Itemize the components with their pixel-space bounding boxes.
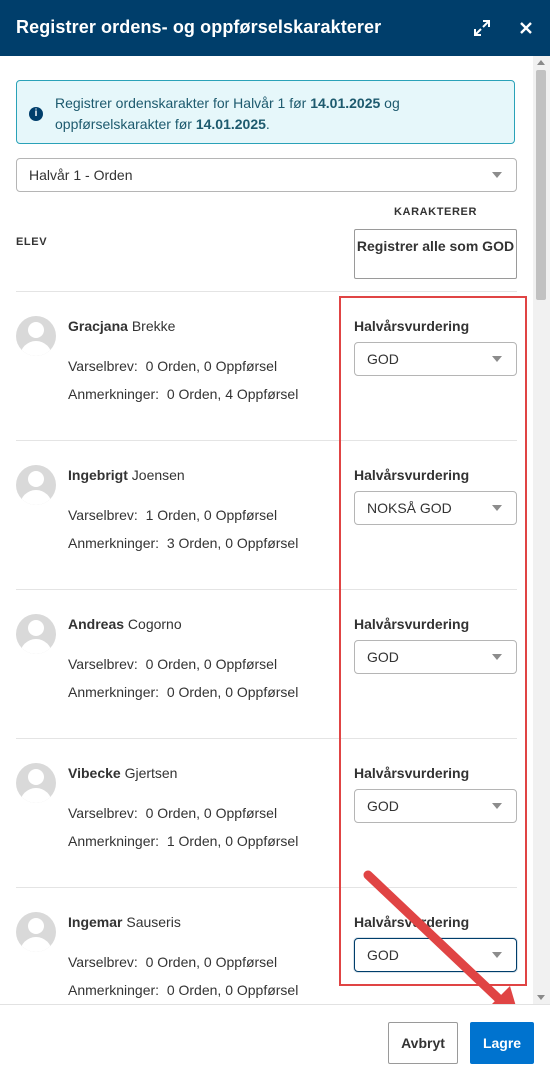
student-row: Ingebrigt Joensen Varselbrev: 1 Orden, 0… — [0, 441, 533, 590]
column-header-elev: ELEV — [16, 236, 48, 248]
student-row: Gracjana Brekke Varselbrev: 0 Orden, 0 O… — [0, 292, 533, 441]
scroll-down-icon[interactable] — [537, 995, 545, 1000]
expand-icon[interactable] — [472, 18, 492, 38]
varselbrev-text: Varselbrev: 1 Orden, 0 Oppførsel — [68, 507, 278, 523]
student-row: Andreas Cogorno Varselbrev: 0 Orden, 0 O… — [0, 590, 533, 739]
avatar — [16, 316, 56, 356]
student-name: Gracjana Brekke — [68, 318, 176, 334]
chevron-down-icon — [492, 356, 502, 362]
grade-label: Halvårsvurdering — [354, 616, 470, 632]
varselbrev-text: Varselbrev: 0 Orden, 0 Oppførsel — [68, 358, 278, 374]
scrollbar[interactable] — [533, 56, 550, 1004]
scrollbar-thumb[interactable] — [536, 70, 546, 300]
avatar — [16, 465, 56, 505]
student-name: Ingebrigt Joensen — [68, 467, 185, 483]
anmerkninger-text: Anmerkninger: 3 Orden, 0 Oppførsel — [68, 535, 299, 551]
avatar — [16, 614, 56, 654]
close-icon[interactable] — [516, 18, 536, 38]
info-alert: i Registrer ordenskarakter for Halvår 1 … — [16, 80, 515, 144]
anmerkninger-text: Anmerkninger: 0 Orden, 4 Oppførsel — [68, 386, 299, 402]
chevron-down-icon — [492, 172, 502, 178]
grade-select[interactable]: GOD — [354, 938, 517, 972]
anmerkninger-text: Anmerkninger: 1 Orden, 0 Oppførsel — [68, 833, 299, 849]
varselbrev-text: Varselbrev: 0 Orden, 0 Oppførsel — [68, 656, 278, 672]
grade-label: Halvårsvurdering — [354, 914, 470, 930]
anmerkninger-text: Anmerkninger: 0 Orden, 0 Oppførsel — [68, 982, 299, 998]
chevron-down-icon — [492, 952, 502, 958]
avatar — [16, 763, 56, 803]
grade-select[interactable]: GOD — [354, 640, 517, 674]
avatar — [16, 912, 56, 952]
period-select[interactable]: Halvår 1 - Orden — [16, 158, 517, 192]
dialog-content: i Registrer ordenskarakter for Halvår 1 … — [0, 56, 533, 1004]
info-icon: i — [29, 107, 43, 121]
chevron-down-icon — [492, 654, 502, 660]
student-name: Andreas Cogorno — [68, 616, 182, 632]
column-header-karakterer: KARAKTERER — [394, 206, 477, 218]
grade-label: Halvårsvurdering — [354, 467, 470, 483]
student-name: Vibecke Gjertsen — [68, 765, 178, 781]
chevron-down-icon — [492, 505, 502, 511]
grade-label: Halvårsvurdering — [354, 318, 470, 334]
grade-select[interactable]: GOD — [354, 789, 517, 823]
dialog-footer: Avbryt Lagre — [0, 1004, 550, 1081]
dialog-header: Registrer ordens- og oppførselskaraktere… — [0, 0, 550, 56]
grade-label: Halvårsvurdering — [354, 765, 470, 781]
save-button[interactable]: Lagre — [470, 1022, 534, 1064]
student-row: Vibecke Gjertsen Varselbrev: 0 Orden, 0 … — [0, 739, 533, 888]
student-row: Ingemar Sauseris Varselbrev: 0 Orden, 0 … — [0, 888, 533, 1004]
chevron-down-icon — [492, 803, 502, 809]
varselbrev-text: Varselbrev: 0 Orden, 0 Oppførsel — [68, 954, 278, 970]
varselbrev-text: Varselbrev: 0 Orden, 0 Oppførsel — [68, 805, 278, 821]
scroll-up-icon[interactable] — [537, 60, 545, 65]
register-all-button[interactable]: Registrer alle som GOD — [354, 229, 517, 279]
dialog-title: Registrer ordens- og oppførselskaraktere… — [16, 17, 382, 37]
student-name: Ingemar Sauseris — [68, 914, 181, 930]
cancel-button[interactable]: Avbryt — [388, 1022, 458, 1064]
grade-select[interactable]: NOKSÅ GOD — [354, 491, 517, 525]
info-text: Registrer ordenskarakter for Halvår 1 fø… — [55, 95, 400, 132]
anmerkninger-text: Anmerkninger: 0 Orden, 0 Oppførsel — [68, 684, 299, 700]
grade-select[interactable]: GOD — [354, 342, 517, 376]
